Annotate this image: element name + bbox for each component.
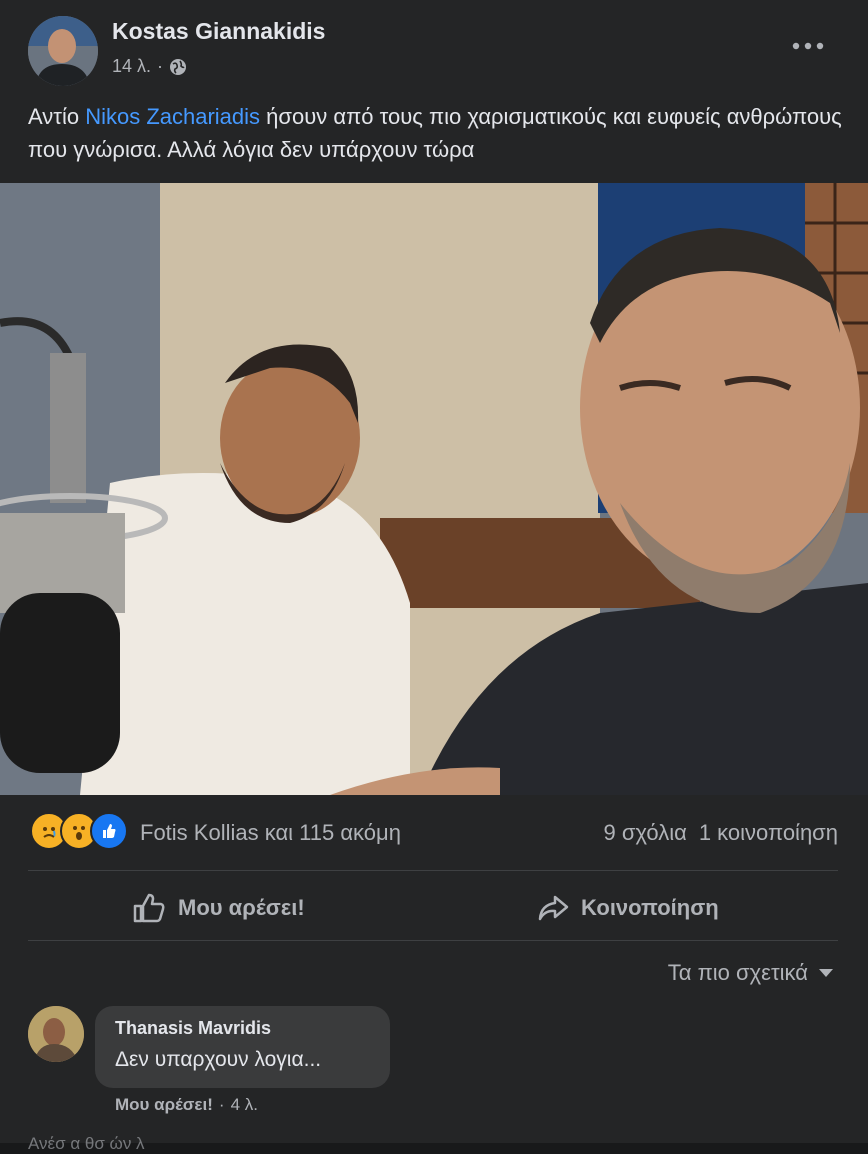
truncated-next-comment: Ανέσ α θσ ών λ	[28, 1134, 145, 1153]
divider-top	[28, 870, 838, 871]
comment-bubble: Thanasis Mavridis Δεν υπαρχουν λογια...	[95, 1006, 390, 1088]
post-text: Αντίο Nikos Zachariadis ήσουν από τους π…	[28, 100, 848, 166]
caret-down-icon	[819, 969, 833, 977]
post-photo[interactable]	[0, 183, 868, 795]
commenter-name[interactable]: Thanasis Mavridis	[115, 1018, 271, 1039]
shares-count[interactable]: 1 κοινοποίηση	[699, 820, 838, 846]
more-dots-icon	[792, 42, 824, 50]
comment-separator: ·	[218, 1095, 225, 1114]
comment-like-button[interactable]: Μου αρέσει!	[115, 1095, 213, 1115]
author-avatar[interactable]	[28, 16, 98, 86]
like-icon	[90, 812, 128, 850]
comment-time[interactable]: 4 λ.	[231, 1095, 258, 1115]
post-meta: 14 λ. ·	[112, 56, 187, 77]
commenter-avatar[interactable]	[28, 1006, 84, 1062]
comments-count[interactable]: 9 σχόλια	[604, 820, 687, 846]
comment-actions: Μου αρέσει! · 4 λ.	[115, 1095, 258, 1115]
engagement-counts: 9 σχόλια 1 κοινοποίηση	[604, 820, 838, 846]
photo-image	[0, 183, 868, 795]
like-button[interactable]: Μου αρέσει!	[132, 885, 305, 931]
comment-text: Δεν υπαρχουν λογια...	[115, 1048, 322, 1071]
post-text-before: Αντίο	[28, 104, 86, 129]
share-button[interactable]: Κοινοποίηση	[537, 885, 719, 931]
divider-bottom	[28, 940, 838, 941]
reaction-icons[interactable]	[30, 812, 128, 850]
reaction-names[interactable]: Fotis Kollias και 115 ακόμη	[140, 820, 401, 846]
comment-sort-dropdown[interactable]: Τα πιο σχετικά	[668, 960, 834, 986]
share-label: Κοινοποίηση	[581, 895, 719, 920]
post-card: Kostas Giannakidis 14 λ. · Αντίο Nikos Z…	[0, 0, 868, 1153]
globe-icon	[170, 58, 187, 75]
mention-link[interactable]: Nikos Zachariadis	[85, 104, 260, 129]
post-time[interactable]: 14 λ.	[112, 56, 151, 77]
share-icon	[538, 895, 569, 921]
meta-separator: ·	[157, 56, 164, 76]
more-options-button[interactable]	[786, 30, 830, 62]
author-name[interactable]: Kostas Giannakidis	[112, 18, 325, 45]
like-label: Μου αρέσει!	[178, 895, 305, 920]
thumbs-up-icon	[133, 893, 165, 923]
sort-label: Τα πιο σχετικά	[667, 960, 808, 985]
